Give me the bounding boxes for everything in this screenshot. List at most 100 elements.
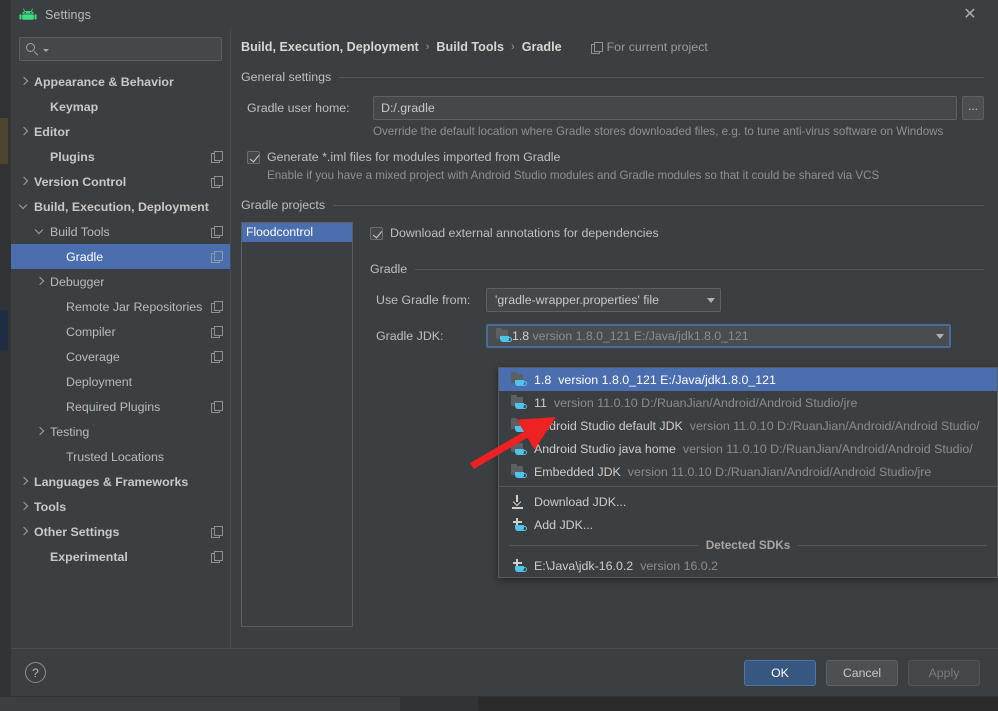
sidebar-item-gradle[interactable]: Gradle	[11, 244, 230, 269]
dropdown-action[interactable]: Download JDK...	[499, 490, 997, 513]
ide-statusbar-left	[0, 697, 400, 711]
gradle-user-home-input[interactable]: D:/.gradle	[373, 96, 957, 120]
chevron-right-icon[interactable]	[35, 276, 46, 287]
sidebar-item-debugger[interactable]: Debugger	[11, 269, 230, 294]
gradle-subgroup-header: Gradle	[370, 262, 984, 276]
chevron-down-icon	[936, 334, 944, 339]
chevron-down-icon[interactable]	[35, 226, 46, 237]
sidebar-item-label: Debugger	[50, 275, 104, 289]
chevron-down-icon	[707, 298, 715, 303]
sidebar-item-appearance-behavior[interactable]: Appearance & Behavior	[11, 69, 230, 94]
dropdown-action-label: Add JDK...	[534, 518, 593, 532]
detected-sdks-label: Detected SDKs	[706, 538, 791, 552]
chevron-right-icon[interactable]	[19, 126, 30, 137]
sidebar-item-deployment[interactable]: Deployment	[11, 369, 230, 394]
chevron-right-icon[interactable]	[19, 526, 30, 537]
dropdown-item-version: version 11.0.10 D:/RuanJian/Android/Andr…	[690, 419, 980, 433]
gradle-user-home-row: Gradle user home: D:/.gradle ...	[247, 96, 984, 120]
list-item[interactable]: Floodcontrol	[242, 223, 352, 242]
sidebar-item-label: Experimental	[50, 550, 128, 564]
download-annotations-checkbox[interactable]	[370, 227, 383, 240]
sidebar-item-trusted-locations[interactable]: Trusted Locations	[11, 444, 230, 469]
generate-iml-row[interactable]: Generate *.iml files for modules importe…	[247, 150, 984, 164]
sidebar-item-remote-jar-repositories[interactable]: Remote Jar Repositories	[11, 294, 230, 319]
sidebar-item-coverage[interactable]: Coverage	[11, 344, 230, 369]
dropdown-item-name: Android Studio java home	[534, 442, 676, 456]
settings-dialog: Settings ✕ Appearance & Behavior Keymap Ed…	[10, 0, 998, 697]
dropdown-item[interactable]: 11version 11.0.10 D:/RuanJian/Android/An…	[499, 391, 997, 414]
gradle-project-list[interactable]: Floodcontrol	[241, 222, 353, 627]
dropdown-item[interactable]: Embedded JDKversion 11.0.10 D:/RuanJian/…	[499, 460, 997, 483]
dropdown-detected-item[interactable]: E:\Java\jdk-16.0.2 version 16.0.2	[499, 554, 997, 577]
ide-background-highlight-1	[0, 118, 8, 164]
dropdown-item[interactable]: Android Studio java homeversion 11.0.10 …	[499, 437, 997, 460]
use-gradle-from-select[interactable]: 'gradle-wrapper.properties' file	[486, 288, 721, 312]
divider	[339, 77, 984, 78]
dropdown-action[interactable]: Add JDK...	[499, 513, 997, 536]
sidebar-item-experimental[interactable]: Experimental	[11, 544, 230, 569]
settings-sidebar: Appearance & Behavior Keymap Editor Plugins…	[11, 29, 231, 648]
help-button[interactable]: ?	[25, 662, 46, 683]
dropdown-detected-name: E:\Java\jdk-16.0.2	[534, 559, 633, 573]
sidebar-item-label: Appearance & Behavior	[34, 75, 174, 89]
sidebar-item-languages-frameworks[interactable]: Languages & Frameworks	[11, 469, 230, 494]
divider	[333, 205, 984, 206]
gradle-subgroup: Gradle Use Gradle from: 'gradle-wrapper.…	[370, 262, 984, 348]
chevron-right-icon[interactable]	[19, 476, 30, 487]
breadcrumb-item-2[interactable]: Gradle	[522, 40, 562, 54]
sidebar-item-label: Deployment	[66, 375, 132, 389]
close-icon[interactable]: ✕	[960, 5, 980, 25]
sidebar-item-keymap[interactable]: Keymap	[11, 94, 230, 119]
generate-iml-checkbox[interactable]	[247, 151, 260, 164]
cancel-button[interactable]: Cancel	[826, 660, 898, 686]
gradle-jdk-dropdown[interactable]: 1.8version 1.8.0_121 E:/Java/jdk1.8.0_12…	[498, 367, 998, 578]
sidebar-item-label: Gradle	[66, 250, 103, 264]
copy-icon	[211, 401, 222, 412]
download-annotations-row[interactable]: Download external annotations for depend…	[370, 226, 984, 240]
for-current-project-badge[interactable]: For current project	[591, 40, 708, 54]
breadcrumb-separator: ›	[426, 41, 430, 53]
dropdown-item[interactable]: 1.8version 1.8.0_121 E:/Java/jdk1.8.0_12…	[499, 368, 997, 391]
chevron-right-icon[interactable]	[19, 176, 30, 187]
general-settings-title: General settings	[241, 70, 331, 84]
sidebar-item-tools[interactable]: Tools	[11, 494, 230, 519]
sidebar-item-plugins[interactable]: Plugins	[11, 144, 230, 169]
generate-iml-label: Generate *.iml files for modules importe…	[267, 150, 560, 164]
sidebar-item-testing[interactable]: Testing	[11, 419, 230, 444]
ide-background-strip	[0, 0, 10, 711]
sidebar-item-build-tools[interactable]: Build Tools	[11, 219, 230, 244]
dropdown-detected-version: version 16.0.2	[640, 559, 718, 573]
sidebar-item-label: Plugins	[50, 150, 95, 164]
chevron-down-icon[interactable]	[19, 201, 30, 212]
ok-button[interactable]: OK	[744, 660, 816, 686]
sidebar-item-version-control[interactable]: Version Control	[11, 169, 230, 194]
dropdown-item[interactable]: Android Studio default JDK version 11.0.1…	[499, 414, 997, 437]
copy-icon	[591, 42, 602, 53]
chevron-right-icon[interactable]	[35, 426, 46, 437]
chevron-right-icon[interactable]	[19, 501, 30, 512]
dropdown-item-name: Android Studio default JDK	[534, 419, 683, 433]
sidebar-item-other-settings[interactable]: Other Settings	[11, 519, 230, 544]
sidebar-item-required-plugins[interactable]: Required Plugins	[11, 394, 230, 419]
dialog-title: Settings	[45, 8, 91, 22]
gradle-subgroup-title: Gradle	[370, 262, 407, 276]
chevron-right-icon[interactable]	[19, 76, 30, 87]
use-gradle-from-row: Use Gradle from: 'gradle-wrapper.propert…	[376, 288, 984, 312]
sidebar-item-editor[interactable]: Editor	[11, 119, 230, 144]
jdk-folder-icon	[511, 373, 527, 387]
breadcrumb-item-1[interactable]: Build Tools	[436, 40, 504, 54]
screen-root: Settings ✕ Appearance & Behavior Keymap Ed…	[0, 0, 998, 711]
apply-button[interactable]: Apply	[908, 660, 980, 686]
browse-button[interactable]: ...	[962, 96, 984, 120]
gradle-jdk-label: Gradle JDK:	[376, 329, 486, 343]
dropdown-item-name: 11	[534, 396, 547, 410]
gradle-jdk-name: 1.8	[512, 329, 529, 343]
gradle-jdk-select[interactable]: 1.8 version 1.8.0_121 E:/Java/jdk1.8.0_1…	[486, 324, 951, 348]
search-input[interactable]	[19, 37, 222, 61]
for-current-project-label: For current project	[607, 40, 708, 54]
sidebar-item-compiler[interactable]: Compiler	[11, 319, 230, 344]
breadcrumb-item-0[interactable]: Build, Execution, Deployment	[241, 40, 419, 54]
sidebar-item-label: Editor	[34, 125, 70, 139]
sidebar-item-build-execution-deployment[interactable]: Build, Execution, Deployment	[11, 194, 230, 219]
divider	[509, 545, 698, 546]
